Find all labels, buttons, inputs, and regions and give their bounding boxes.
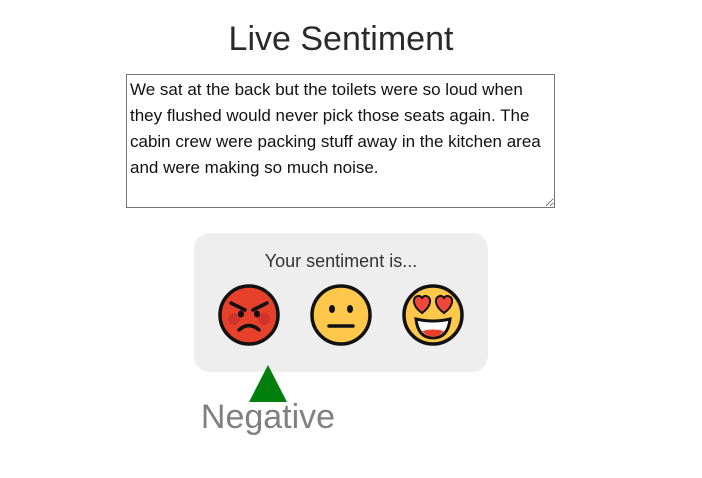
selected-sentiment-indicator bbox=[249, 365, 287, 402]
page-title: Live Sentiment bbox=[228, 20, 454, 58]
sentiment-panel: Your sentiment is... bbox=[194, 233, 488, 372]
angry-face-icon[interactable] bbox=[217, 283, 281, 347]
heart-eyes-face-icon[interactable] bbox=[401, 283, 465, 347]
review-text-input[interactable]: We sat at the back but the toilets were … bbox=[126, 74, 555, 208]
sentiment-result-label: Negative bbox=[200, 398, 336, 436]
neutral-face-icon[interactable] bbox=[309, 283, 373, 347]
sentiment-panel-label: Your sentiment is... bbox=[264, 251, 418, 271]
